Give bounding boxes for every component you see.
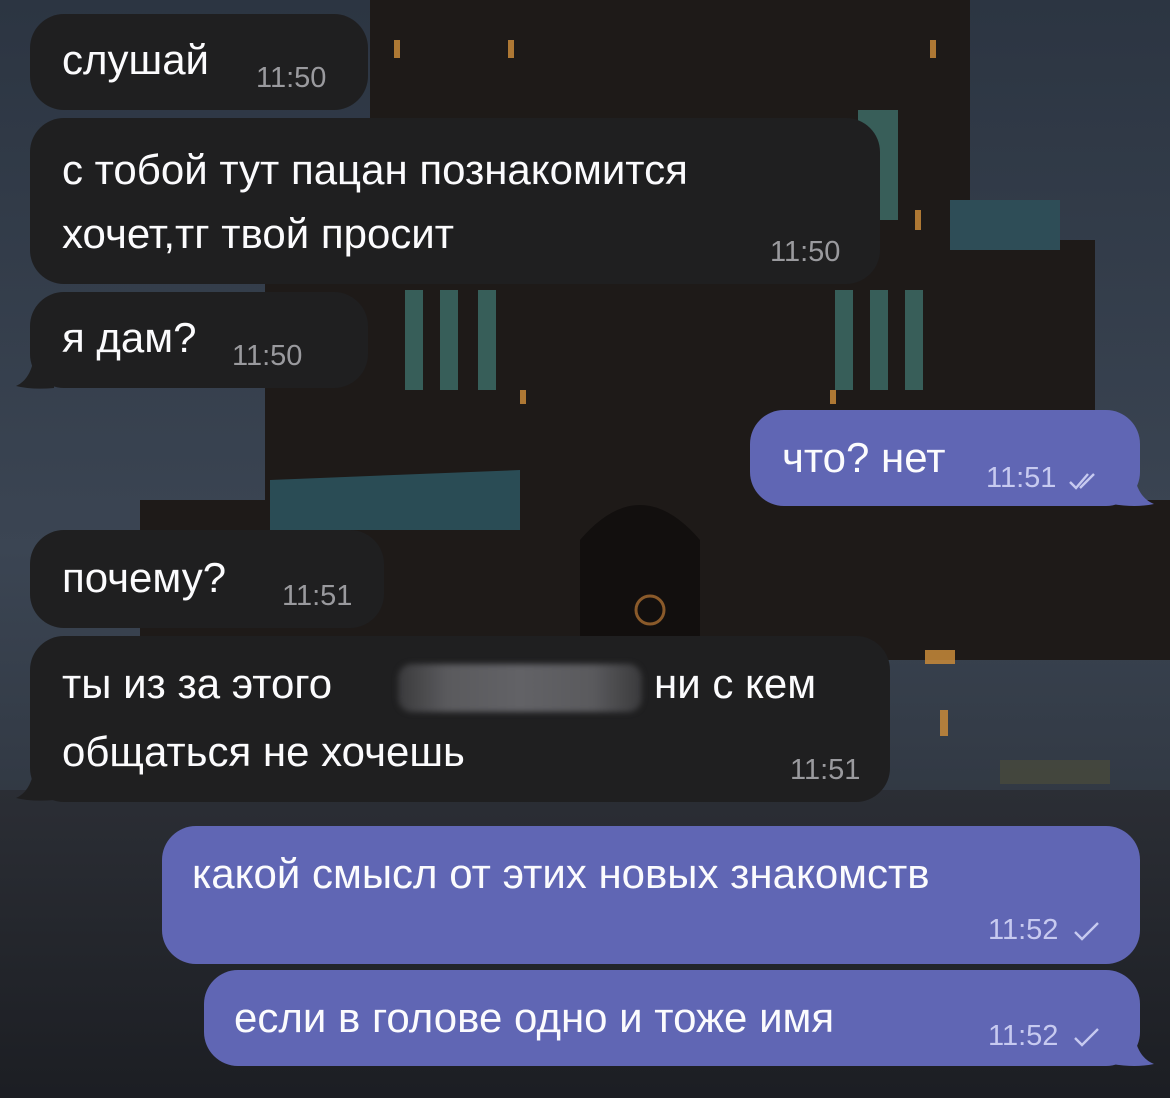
message-bubble-outgoing[interactable]: какой смысл от этих новых знакомств 11:5… — [162, 826, 1140, 964]
bubble-tail — [16, 770, 54, 801]
bubble-tail — [16, 358, 54, 389]
bubble-tail — [1112, 1034, 1154, 1066]
message-time: 11:50 — [256, 62, 327, 94]
message-bubble-incoming[interactable]: слушай 11:50 — [30, 14, 368, 110]
message-time: 11:51 — [790, 754, 861, 786]
message-bubble-incoming[interactable]: почему? 11:51 — [30, 530, 384, 628]
message-text-line: хочет,тг твой просит — [62, 210, 455, 257]
message-bubble-outgoing[interactable]: если в голове одно и тоже имя 11:52 — [204, 970, 1140, 1066]
message-time: 11:52 — [988, 914, 1059, 946]
message-bubble-incoming[interactable]: я дам? 11:50 — [30, 292, 368, 388]
message-text-line: с тобой тут пацан познакомится — [62, 146, 688, 193]
message-time: 11:51 — [986, 462, 1057, 494]
redacted-text — [398, 664, 642, 712]
message-text: я дам? — [62, 314, 197, 361]
message-time: 11:50 — [770, 236, 841, 268]
double-check-icon — [1069, 473, 1095, 490]
check-icon — [1074, 922, 1099, 941]
message-text: что? нет — [782, 434, 946, 481]
check-icon — [1074, 1028, 1099, 1047]
message-text: слушай — [62, 36, 210, 83]
message-time: 11:51 — [282, 580, 353, 612]
message-text: если в голове одно и тоже имя — [234, 994, 835, 1041]
message-bubble-outgoing[interactable]: что? нет 11:51 — [750, 410, 1140, 506]
message-time: 11:50 — [232, 340, 303, 372]
bubble-tail — [1112, 474, 1154, 506]
message-text: почему? — [62, 554, 227, 601]
message-bubble-incoming[interactable]: ты из за этого ни с кем общаться не хоче… — [30, 636, 890, 802]
message-text-line: общаться не хочешь — [62, 728, 465, 775]
message-text-line: ни с кем — [654, 660, 817, 707]
message-time: 11:52 — [988, 1020, 1059, 1052]
message-bubble-incoming[interactable]: с тобой тут пацан познакомится хочет,тг … — [30, 118, 880, 284]
message-text-line: ты из за этого — [62, 660, 333, 707]
message-text: какой смысл от этих новых знакомств — [192, 850, 930, 897]
